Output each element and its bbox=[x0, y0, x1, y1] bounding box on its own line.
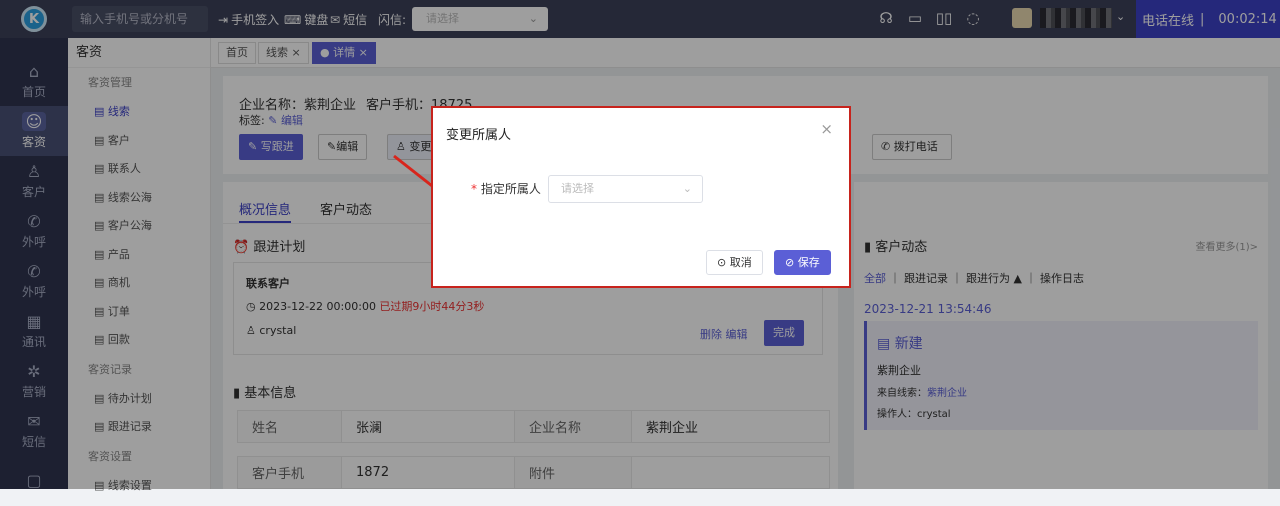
owner-field-label: * 指定所属人 bbox=[471, 182, 541, 196]
check-circle-icon: ⊘ bbox=[785, 256, 795, 269]
cancel-icon: ⊙ bbox=[717, 256, 727, 269]
cancel-button[interactable]: ⊙ 取消 bbox=[706, 250, 763, 275]
dialog-title: 变更所属人 bbox=[446, 128, 512, 143]
close-icon[interactable]: × bbox=[820, 120, 833, 138]
change-owner-dialog: 变更所属人 × * 指定所属人 请选择 ⌄ ⊙ 取消 ⊘ 保存 bbox=[431, 106, 851, 288]
chevron-down-icon: ⌄ bbox=[682, 182, 692, 195]
owner-select[interactable]: 请选择 ⌄ bbox=[548, 175, 703, 203]
save-button[interactable]: ⊘ 保存 bbox=[774, 250, 831, 275]
